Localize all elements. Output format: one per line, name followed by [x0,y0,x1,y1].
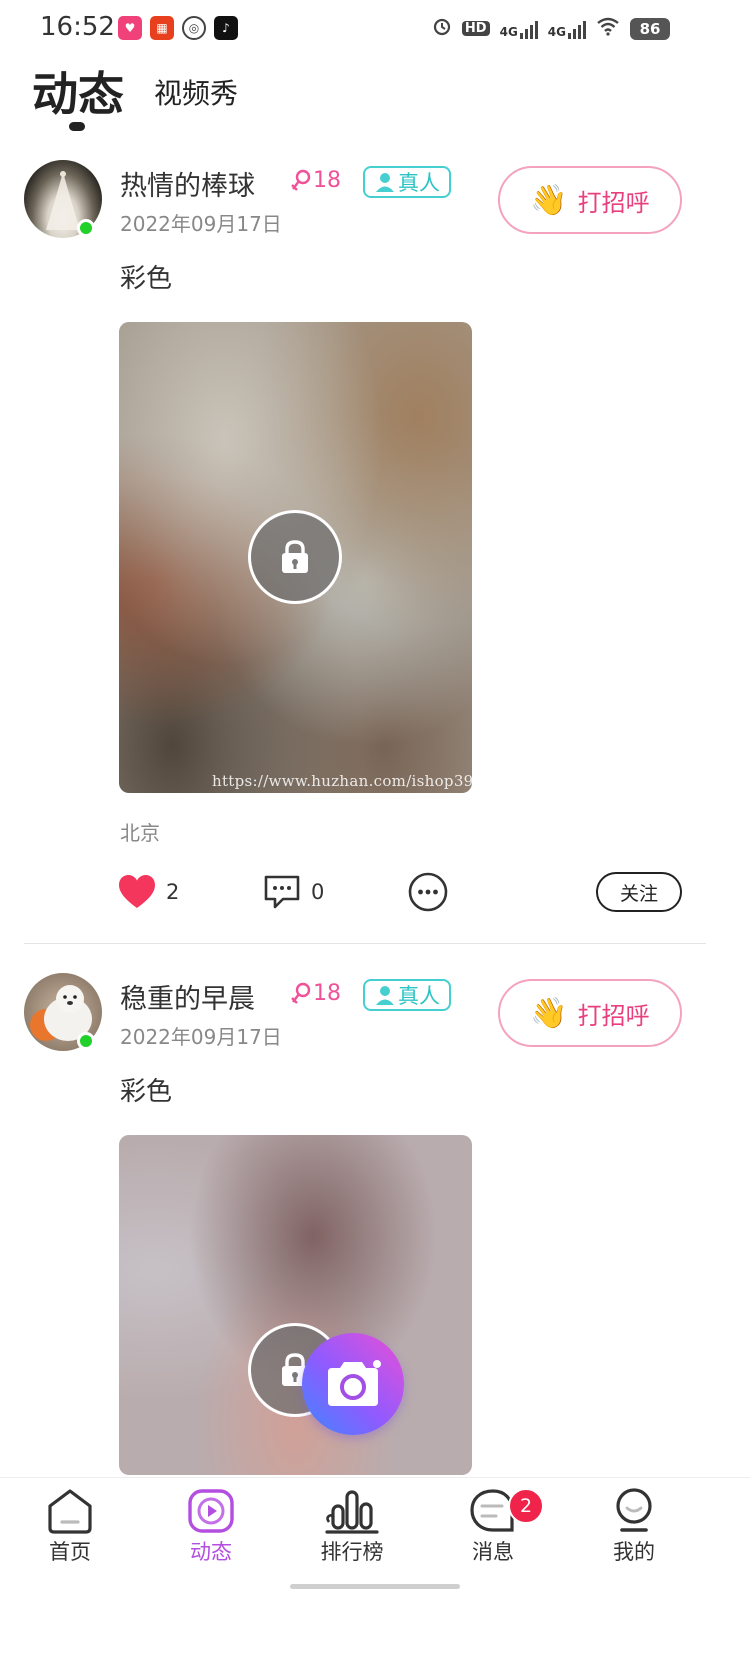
signal-4g-icon: 4G [500,17,538,39]
username[interactable]: 热情的棒球 [120,164,255,203]
header-tabs: 动态 视频秀 [0,56,750,146]
watermark-text: https://www.huzhan.com/ishop39979 [212,772,504,790]
post-date: 2022年09月17日 [120,1025,282,1049]
more-options-icon[interactable] [408,872,448,916]
female-icon [291,169,311,191]
tiktok-icon: ♪ [214,16,238,40]
age-value: 18 [313,981,341,1006]
hd-icon: HD [461,20,490,36]
lock-overlay [248,510,342,604]
status-bar: 16:52 ♥ ▦ ◎ ♪ HD 4G 4G 86 [0,0,750,56]
comment-count: 0 [311,880,325,904]
unread-badge: 2 [508,1488,544,1524]
wave-hand-icon: 👋 [530,995,568,1031]
nav-label: 消息 [472,1540,514,1564]
status-indicators: HD 4G 4G [432,16,620,40]
tab-indicator [69,122,85,131]
alarm-icon [432,16,452,40]
battery-indicator: 86 [630,18,670,40]
status-time: 16:52 [40,12,115,42]
nav-item-moments[interactable]: 动态 [151,1478,271,1568]
verified-badge: 真人 [363,979,451,1011]
age-badge: 18 [290,981,341,1006]
tab-moments[interactable]: 动态 [32,58,124,124]
network-label: 4G [547,25,566,39]
divider [24,943,706,944]
signal-4g-icon: 4G [548,17,586,39]
tab-video-show[interactable]: 视频秀 [154,72,238,112]
greet-button-label: 打招呼 [577,188,650,217]
verified-label: 真人 [398,171,440,195]
username[interactable]: 稳重的早晨 [120,977,255,1016]
verified-badge: 真人 [363,166,451,198]
online-status-dot [77,1032,95,1050]
nav-label: 我的 [613,1540,655,1564]
nav-item-messages[interactable]: 消息 2 [433,1478,553,1568]
greet-button[interactable]: 👋 打招呼 [498,979,682,1047]
home-indicator [290,1584,460,1589]
network-label: 4G [499,25,518,39]
notification-icons: ♥ ▦ ◎ ♪ [118,16,238,40]
like-heart-icon[interactable] [118,874,156,914]
like-count: 2 [166,880,180,904]
ranking-icon [323,1486,381,1536]
profile-icon [612,1486,656,1536]
greet-button[interactable]: 👋 打招呼 [498,166,682,234]
person-icon [376,173,394,192]
nav-item-home[interactable]: 首页 [10,1478,130,1568]
age-value: 18 [313,168,341,193]
app-notification-icon: ◎ [182,16,206,40]
wave-hand-icon: 👋 [530,182,568,218]
camera-post-button[interactable] [302,1333,404,1435]
locked-media[interactable] [119,1135,472,1475]
age-badge: 18 [290,168,341,193]
wifi-icon [596,16,620,40]
lock-icon [282,540,308,573]
nav-item-profile[interactable]: 我的 [574,1478,694,1568]
greet-button-label: 打招呼 [577,1001,650,1030]
bottom-navigation: 首页 动态 排行榜 消息 2 我的 [0,1477,750,1567]
nav-item-ranking[interactable]: 排行榜 [292,1478,412,1568]
post-location: 北京 [120,821,160,845]
comment-icon[interactable] [263,874,301,914]
post-date: 2022年09月17日 [120,212,282,236]
post-text: 彩色 [120,264,173,294]
post-actions: 2 0 关注 [0,870,750,920]
post-text: 彩色 [120,1077,173,1107]
verified-label: 真人 [398,984,440,1008]
nav-label: 排行榜 [320,1540,384,1564]
person-icon [376,986,394,1005]
home-icon [46,1486,94,1536]
nav-label: 动态 [190,1540,232,1564]
app-notification-icon: ▦ [150,16,174,40]
follow-button[interactable]: 关注 [596,872,682,912]
play-icon [187,1486,235,1536]
female-icon [291,982,311,1004]
nav-label: 首页 [49,1540,91,1564]
app-notification-icon: ♥ [118,16,142,40]
locked-media[interactable] [119,322,472,793]
camera-icon [328,1360,381,1406]
online-status-dot [77,219,95,237]
